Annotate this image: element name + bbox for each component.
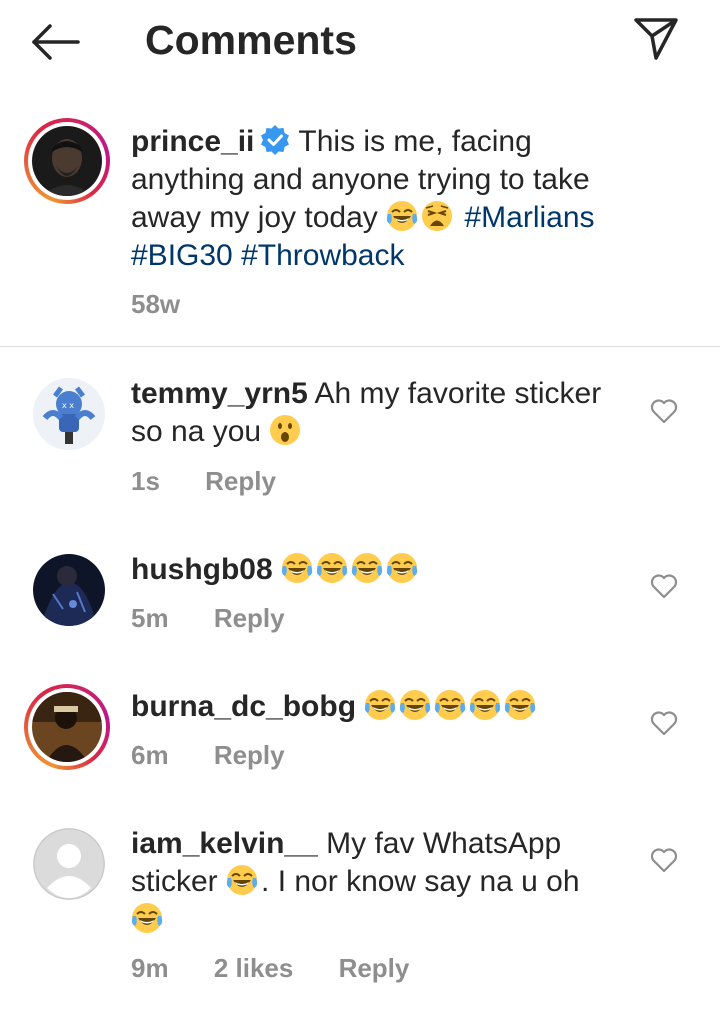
comment-body: My fav WhatsApp [326,827,562,860]
comment-meta: 9m 2 likes Reply [131,953,447,984]
face-with-tears-of-joy-icon [226,864,259,896]
avatar[interactable] [33,828,105,900]
comment-time: 1s [131,466,160,496]
direct-send-icon[interactable] [632,16,680,62]
reply-button[interactable]: Reply [205,466,276,496]
comment-body-cont: sticker [131,865,218,898]
top-bar: Comments [0,0,720,84]
avatar[interactable] [33,554,105,626]
face-with-tears-of-joy-icon [399,689,432,721]
face-with-tears-of-joy-icon [131,902,163,934]
heart-icon[interactable] [650,573,678,599]
comment-time: 5m [131,603,169,633]
comment-username[interactable]: iam_kelvin__ [131,827,318,860]
comment-username[interactable]: burna_dc_bobg [131,690,356,723]
avatar[interactable] [24,118,110,204]
comment-username[interactable]: hushgb08 [131,553,273,586]
avatar[interactable]: x x [33,378,105,450]
reply-button[interactable]: Reply [214,740,285,770]
comment-text: burna_dc_bobg [131,688,651,726]
comment-text: temmy_yrn5 Ah my favorite sticker so na … [131,375,631,451]
comment-username[interactable]: temmy_yrn5 [131,377,308,410]
reply-button[interactable]: Reply [339,953,410,983]
divider [0,346,720,347]
caption-username[interactable]: prince_ii [131,125,254,158]
face-with-tears-of-joy-icon [281,552,314,584]
face-with-tears-of-joy-icon [434,689,467,721]
caption-line-2: anything and anyone trying to take [131,163,590,196]
comment-text: iam_kelvin__ My fav WhatsApp sticker . I… [131,825,631,939]
face-with-tears-of-joy-icon [504,689,537,721]
verified-badge-icon [261,125,290,155]
heart-icon[interactable] [650,847,678,873]
like-count[interactable]: 2 likes [214,953,294,983]
face-with-tears-of-joy-icon [469,689,502,721]
face-with-tears-of-joy-icon [364,689,397,721]
comment-meta: 5m Reply [131,603,323,634]
face-with-tears-of-joy-icon [386,552,419,584]
caption-time: 58w [131,289,181,319]
caption-line-1: This is me, facing [298,125,532,158]
comment-body-cont: so na you [131,415,262,448]
caption-text: prince_ii This is me, facing anything an… [131,123,691,275]
avatar-image [32,126,102,196]
back-arrow-icon[interactable] [30,22,82,62]
svg-text:x x: x x [62,401,74,410]
avatar-image [32,692,102,762]
page-title: Comments [145,17,357,63]
weary-face-icon [421,200,454,232]
comment-text: hushgb08 [131,551,631,589]
heart-icon[interactable] [650,710,678,736]
comment-meta: 1s Reply [131,466,314,497]
hashtag-link[interactable]: #Throwback [241,239,404,272]
hashtag-link[interactable]: #Marlians [464,201,594,234]
comment-time: 9m [131,953,169,983]
caption-line-3: away my joy today [131,201,378,234]
caption-meta: 58w [131,289,218,320]
face-with-tears-of-joy-icon [316,552,349,584]
comment-body: Ah my favorite sticker [314,377,602,410]
hashtag-link[interactable]: #BIG30 [131,239,233,272]
comment-meta: 6m Reply [131,740,323,771]
comment-body-cont: . I nor know say na u oh [261,865,580,898]
comment-time: 6m [131,740,169,770]
avatar[interactable] [24,684,110,770]
face-with-tears-of-joy-icon [386,200,419,232]
heart-icon[interactable] [650,398,678,424]
hushed-face-icon [270,415,301,445]
reply-button[interactable]: Reply [214,603,285,633]
face-with-tears-of-joy-icon [351,552,384,584]
